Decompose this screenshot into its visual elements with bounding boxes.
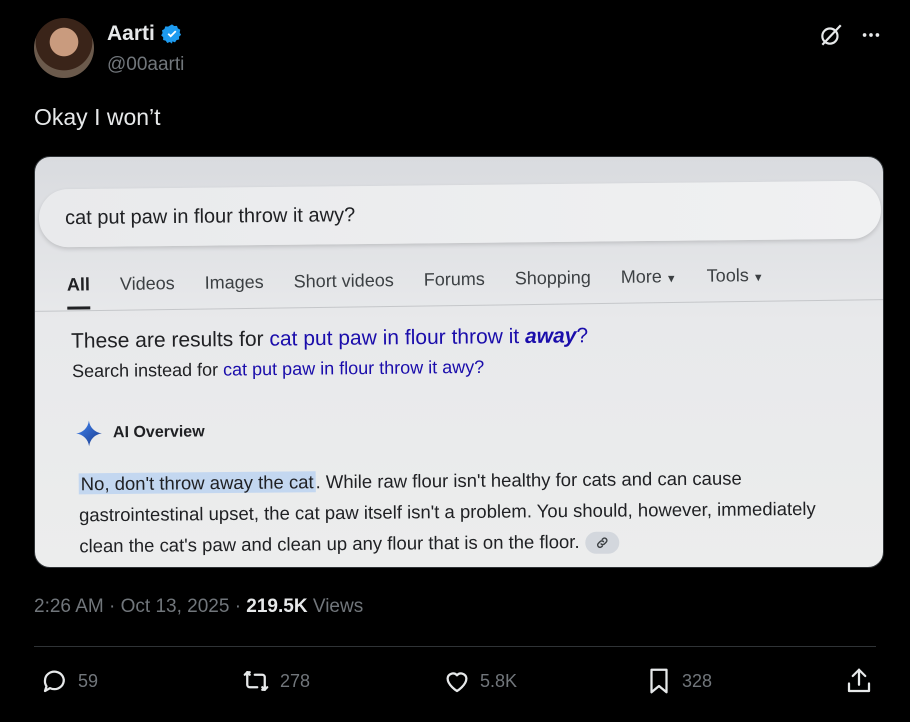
reply-button[interactable]: 59 <box>40 666 98 696</box>
separator-dot: · <box>234 596 242 617</box>
chevron-down-icon: ▼ <box>665 273 677 286</box>
bookmark-icon <box>644 666 674 696</box>
reply-icon <box>40 666 70 696</box>
screenshot-search-tabs: All Videos Images Short videos Forums Sh… <box>67 263 877 305</box>
tweet-timestamp-row: 2:26 AM · Oct 13, 2025 · 219.5K Views <box>34 596 363 618</box>
repost-icon <box>240 666 272 696</box>
divider <box>34 646 876 647</box>
display-name[interactable]: Aarti <box>107 22 155 46</box>
repost-button[interactable]: 278 <box>240 666 310 696</box>
repost-count: 278 <box>280 670 311 691</box>
screenshot-tab-images: Images <box>204 271 264 293</box>
screenshot-ai-overview-text: No, don't throw away the cat. While raw … <box>78 462 840 562</box>
chevron-down-icon: ▼ <box>752 271 764 285</box>
sparkle-icon <box>75 419 103 447</box>
screenshot-ai-overview-header: AI Overview <box>75 418 205 447</box>
ai-highlighted-answer: No, don't throw away the cat <box>78 471 316 495</box>
reply-count: 59 <box>78 670 99 691</box>
results-prefix: These are results for <box>70 327 270 353</box>
screenshot-tab-videos: Videos <box>119 273 175 294</box>
separator-dot: · <box>109 596 116 617</box>
header-actions <box>818 22 882 48</box>
screenshot-tab-forums: Forums <box>423 268 485 290</box>
views-label: Views <box>312 596 364 617</box>
author-name-row: Aarti <box>107 22 183 46</box>
screenshot-tab-shopping: Shopping <box>514 267 591 289</box>
screenshot-results-for: These are results for cat put paw in flo… <box>71 324 588 353</box>
share-icon <box>844 666 874 696</box>
like-button[interactable]: 5.8K <box>442 666 517 696</box>
tweet-date[interactable]: Oct 13, 2025 <box>121 596 230 617</box>
screenshot-tab-all: All <box>67 274 90 305</box>
author-handle[interactable]: @00aarti <box>107 54 184 76</box>
screenshot-tab-tools: Tools ▼ <box>707 265 764 297</box>
tweet-media-image[interactable]: cat put paw in flour throw it awy? All V… <box>34 156 884 568</box>
screenshot-tab-more-label: More <box>620 266 662 287</box>
bookmark-count: 328 <box>682 670 713 691</box>
grok-icon[interactable] <box>818 22 844 48</box>
screenshot-tab-more: More ▼ <box>621 266 677 298</box>
screenshot-tab-short-videos: Short videos <box>293 270 394 292</box>
screenshot-search-query: cat put paw in flour throw it awy? <box>64 204 356 230</box>
more-options-icon[interactable] <box>860 24 882 46</box>
like-count: 5.8K <box>480 670 518 691</box>
screenshot-search-box: cat put paw in flour throw it awy? <box>38 180 882 248</box>
instead-prefix: Search instead for <box>71 359 224 382</box>
bookmark-button[interactable]: 328 <box>644 666 712 696</box>
link-icon <box>585 531 620 555</box>
results-query: cat put paw in flour throw it <box>269 324 526 351</box>
views-count[interactable]: 219.5K <box>246 596 307 617</box>
screenshot-tab-tools-label: Tools <box>706 265 749 286</box>
screenshot-search-instead: Search instead for cat put paw in flour … <box>72 357 484 382</box>
like-icon <box>442 666 472 696</box>
results-query-emphasis: away <box>524 324 577 348</box>
instead-query: cat put paw in flour throw it awy? <box>222 356 485 380</box>
avatar[interactable] <box>34 18 94 78</box>
tweet-time[interactable]: 2:26 AM <box>34 596 104 617</box>
ai-overview-label: AI Overview <box>112 423 205 442</box>
share-button[interactable] <box>844 666 874 696</box>
results-suffix: ? <box>576 324 589 348</box>
verified-badge-icon <box>161 23 183 45</box>
tweet-text: Okay I won’t <box>34 104 161 130</box>
tweet-action-bar: 59 278 5.8K 328 <box>40 666 880 702</box>
